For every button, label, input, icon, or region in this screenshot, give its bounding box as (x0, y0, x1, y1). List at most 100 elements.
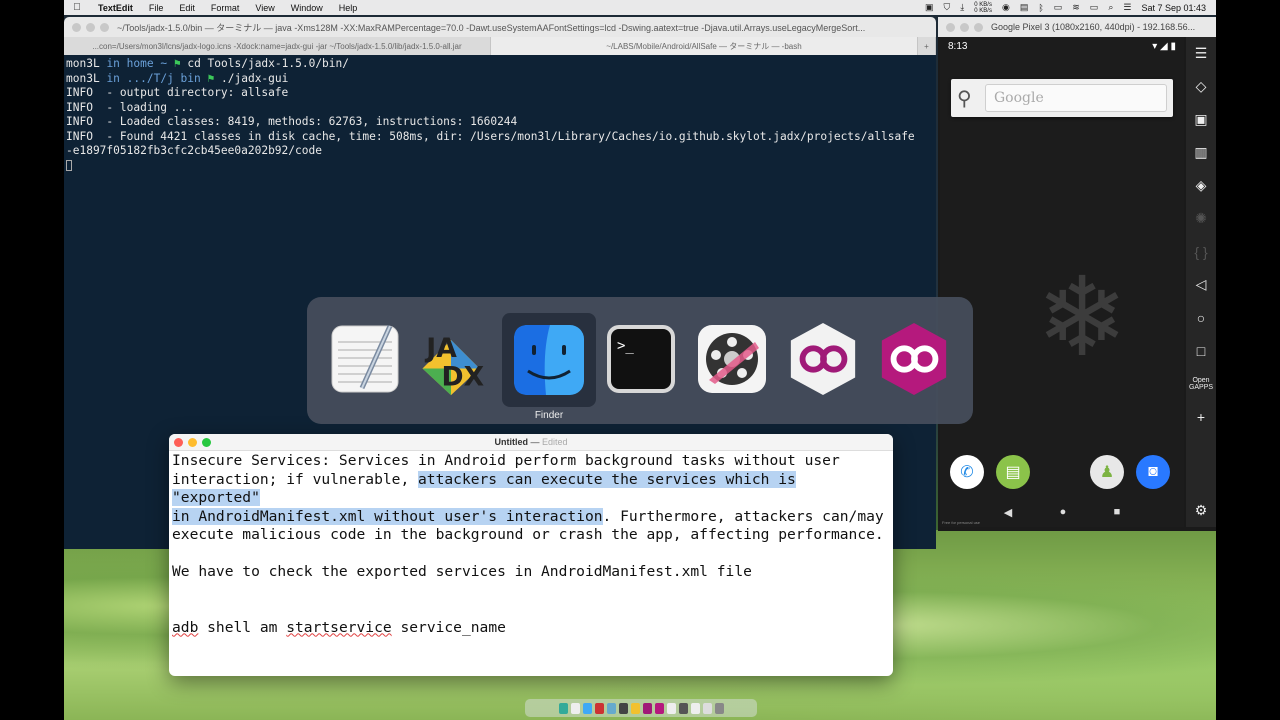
search-icon[interactable]: ⌕ (1108, 2, 1113, 13)
dock-app-icon[interactable] (594, 702, 604, 714)
switcher-genymotion[interactable] (785, 321, 861, 397)
battery-tool-icon[interactable]: ◇ (1186, 70, 1216, 103)
switcher-textedit[interactable] (327, 321, 403, 397)
menu-window[interactable]: Window (283, 3, 331, 13)
google-search-widget[interactable]: ⚲ Google (951, 79, 1173, 117)
eye-icon[interactable]: ◉ (1002, 2, 1010, 13)
zoom-button[interactable] (974, 22, 983, 32)
new-tab-button[interactable]: + (918, 37, 936, 55)
phone-screen[interactable]: 8:13 ▾ ◢ ▮ ⚲ Google ❄ ✆ ▤ ♟ ◙ ◀ ● ■ Free… (940, 37, 1184, 527)
close-button[interactable] (946, 22, 955, 32)
shield-icon[interactable]: ⛉ (944, 2, 951, 13)
menu-help[interactable]: Help (331, 3, 366, 13)
gps-tool-icon[interactable]: ✺ (1186, 202, 1216, 235)
google-search-input[interactable]: Google (985, 84, 1167, 112)
dock-app-icon[interactable] (582, 702, 592, 714)
output-line: INFO - loading ... (66, 100, 194, 114)
camera-icon[interactable]: ▣ (925, 2, 934, 13)
textedit-titlebar[interactable]: Untitled — Edited (169, 434, 893, 451)
code-tool-icon[interactable]: { } (1186, 235, 1216, 268)
trash-icon[interactable] (714, 702, 724, 714)
text-line: interaction; if vulnerable, attackers ca… (172, 470, 890, 508)
camera-app-icon[interactable]: ◙ (1136, 455, 1170, 489)
network-stats[interactable]: 0 KB/s 0 KB/s (974, 2, 992, 14)
camera-tool-icon[interactable]: ▣ (1186, 103, 1216, 136)
back-tool-icon[interactable]: ◁ (1186, 268, 1216, 301)
switcher-jadx[interactable]: JA DX (413, 321, 489, 397)
menu-file[interactable]: File (141, 3, 172, 13)
dock-app-icon[interactable] (690, 702, 700, 714)
dock-app-icon[interactable] (642, 702, 652, 714)
dock-app-icon[interactable] (618, 702, 628, 714)
close-button[interactable] (174, 437, 183, 447)
battery-icon[interactable]: ▭ (1090, 2, 1099, 13)
zoom-button[interactable] (100, 22, 109, 32)
phone-app-icon[interactable]: ✆ (950, 455, 984, 489)
document-body[interactable]: Insecure Services: Services in Android p… (169, 451, 893, 638)
terminal-titlebar[interactable]: ~/Tools/jadx-1.5.0/bin — ターミナル — java -X… (64, 17, 936, 37)
magnifier-icon: ⚲ (957, 87, 972, 110)
bluetooth-icon[interactable]: ᛒ (1038, 3, 1043, 13)
settings-icon[interactable]: ⚙ (1186, 494, 1216, 527)
terminal-title: ~/Tools/jadx-1.5.0/bin — ターミナル — java -X… (117, 22, 866, 33)
phone-status-bar: 8:13 ▾ ◢ ▮ (940, 37, 1184, 55)
minimize-button[interactable] (86, 22, 95, 32)
menu-edit[interactable]: Edit (171, 3, 203, 13)
zoom-button[interactable] (202, 437, 211, 447)
open-gapps-button[interactable]: Open GAPPS (1186, 367, 1216, 400)
command-text: ./jadx-gui (221, 71, 289, 85)
download-icon[interactable]: ⤓ (960, 2, 964, 13)
dock-app-icon[interactable] (606, 702, 616, 714)
apple-icon[interactable]:  (64, 2, 90, 13)
prompt-flag-icon: ⚑ (173, 57, 181, 70)
menu-icon[interactable]: ☰ (1186, 37, 1216, 70)
terminal-tabs: ...con=/Users/mon3l/lcns/jadx-logo.icns … (64, 37, 936, 55)
switcher-finder[interactable] (502, 313, 596, 407)
android-app-icon[interactable]: ♟ (1090, 455, 1124, 489)
home-tool-icon[interactable]: ○ (1186, 301, 1216, 334)
display-icon[interactable]: ▭ (1054, 2, 1063, 13)
emulator-titlebar[interactable]: Google Pixel 3 (1080x2160, 440dpi) - 192… (938, 17, 1216, 37)
dock-app-icon[interactable] (558, 702, 568, 714)
dock-app-icon[interactable] (654, 702, 664, 714)
dock-app-icon[interactable] (702, 702, 712, 714)
prompt-in: in (106, 57, 120, 70)
dock-app-icon[interactable] (678, 702, 688, 714)
tab-jadx[interactable]: ...con=/Users/mon3l/lcns/jadx-logo.icns … (64, 37, 491, 55)
tab-allsafe[interactable]: ~/LABS/Mobile/Android/AllSafe — ターミナル — … (491, 37, 918, 55)
menu-app-name[interactable]: TextEdit (90, 3, 141, 13)
menu-view[interactable]: View (247, 3, 282, 13)
clock[interactable]: Sat 7 Sep 01:43 (1141, 3, 1206, 13)
control-center-icon[interactable]: ☰ (1123, 2, 1131, 13)
wifi-icon[interactable]: ≋ (1072, 2, 1080, 13)
back-icon[interactable]: ◀ (1004, 506, 1012, 519)
close-button[interactable] (72, 22, 81, 32)
switcher-finalcut[interactable] (694, 321, 770, 397)
switcher-genymotion-shell[interactable] (876, 321, 952, 397)
add-icon[interactable]: + (1186, 400, 1216, 433)
genymotion-shell-icon (881, 322, 947, 396)
dock-app-icon[interactable] (630, 702, 640, 714)
recents-icon[interactable]: ■ (1114, 506, 1121, 518)
prompt-flag-icon: ⚑ (207, 71, 215, 85)
emulator-window: Google Pixel 3 (1080x2160, 440dpi) - 192… (938, 17, 1216, 531)
minimize-button[interactable] (188, 437, 197, 447)
snowflake-icon: ❄ (1036, 256, 1129, 379)
prompt-dir: home ~ (126, 57, 168, 70)
terminal-output[interactable]: mon3L in home ~ ⚑ cd Tools/jadx-1.5.0/bi… (64, 55, 936, 175)
dock-app-icon[interactable] (570, 702, 580, 714)
recents-tool-icon[interactable]: □ (1186, 334, 1216, 367)
window-controls (72, 22, 109, 32)
switcher-terminal[interactable]: >_ (603, 321, 679, 397)
clipboard-icon[interactable]: ▤ (1020, 2, 1029, 13)
messaging-app-icon[interactable]: ▤ (996, 455, 1030, 489)
home-icon[interactable]: ● (1060, 506, 1067, 518)
id-tool-icon[interactable]: ▥ (1186, 136, 1216, 169)
text-run: shell am (198, 618, 287, 636)
terminal-cursor (66, 160, 72, 171)
menu-format[interactable]: Format (203, 3, 248, 13)
dock-app-icon[interactable] (666, 702, 676, 714)
minimize-button[interactable] (960, 22, 969, 32)
genymotion-icon (790, 322, 856, 396)
tag-tool-icon[interactable]: ◈ (1186, 169, 1216, 202)
